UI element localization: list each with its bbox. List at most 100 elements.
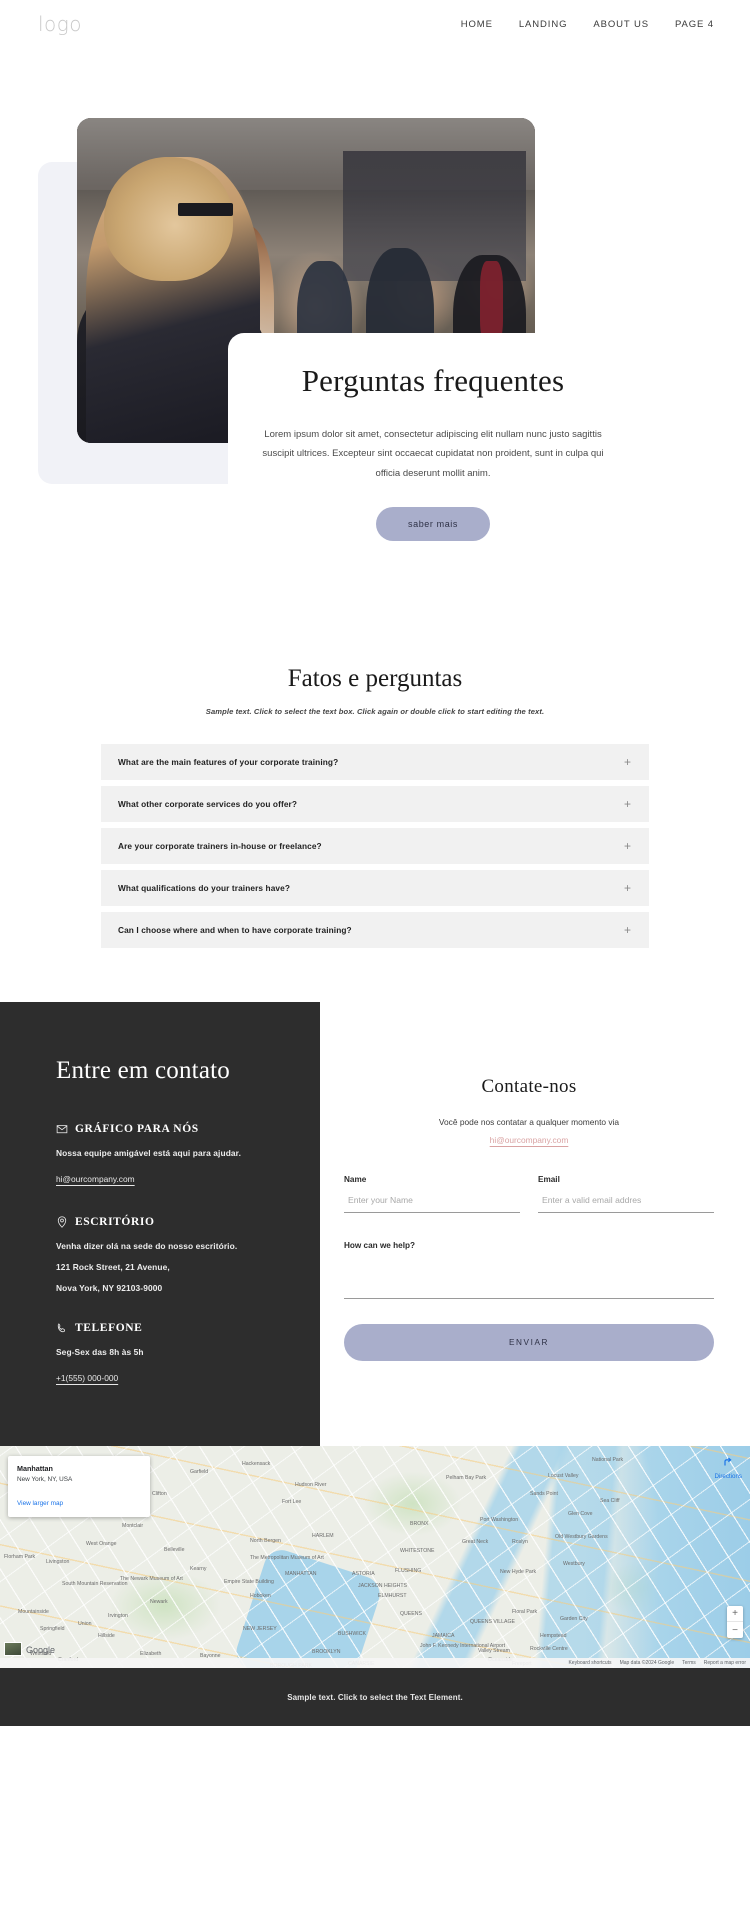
plus-icon[interactable]: + <box>624 798 631 810</box>
form-email-link[interactable]: hi@ourcompany.com <box>344 1135 714 1145</box>
nav-item-home[interactable]: HOME <box>461 19 493 30</box>
map-label: National Park <box>592 1457 624 1463</box>
contact-address-line-2: Nova York, NY 92103-9000 <box>56 1283 163 1293</box>
hero-button-wrapper: saber mais <box>256 507 610 542</box>
site-footer: Sample text. Click to select the Text El… <box>0 1668 750 1726</box>
map-data-credit: Map data ©2024 Google <box>619 1660 675 1666</box>
hero-image-main-subject-hair <box>104 157 233 281</box>
contact-block-title: GRÁFICO PARA NÓS <box>56 1123 320 1135</box>
map-label: South Mountain Reservation <box>62 1581 128 1587</box>
map-label: ELMHURST <box>378 1593 407 1599</box>
map-label: Roslyn <box>512 1539 528 1545</box>
map-label: Union <box>78 1621 92 1627</box>
map-label: HARLEM <box>312 1533 334 1539</box>
message-textarea[interactable] <box>344 1253 714 1299</box>
message-label: How can we help? <box>344 1241 415 1250</box>
map-label: Florham Park <box>4 1554 36 1560</box>
main-nav: HOME LANDING ABOUT US PAGE 4 <box>461 19 714 30</box>
map-label: FLUSHING <box>395 1568 422 1574</box>
contact-block-text: Seg-Sex das 8h às 5h <box>56 1347 144 1357</box>
view-larger-map-link[interactable]: View larger map <box>17 1500 63 1507</box>
plus-icon[interactable]: + <box>624 924 631 936</box>
faq-accordion-list: What are the main features of your corpo… <box>101 744 649 948</box>
map-label: Hackensack <box>242 1461 271 1467</box>
faq-item[interactable]: What qualifications do your trainers hav… <box>101 870 649 906</box>
faq-question: What other corporate services do you off… <box>118 799 298 809</box>
map-label: Kearny <box>190 1566 207 1572</box>
contact-block-label: ESCRITÓRIO <box>75 1216 155 1228</box>
hero-content-card: Perguntas frequentes Lorem ipsum dolor s… <box>228 333 638 542</box>
map-label: Irvington <box>108 1613 128 1619</box>
map-label: Garden City <box>560 1616 588 1622</box>
map-attribution-bar: Keyboard shortcuts Map data ©2024 Google… <box>0 1658 750 1668</box>
contact-heading: Entre em contato <box>56 1057 230 1084</box>
keyboard-shortcuts-link[interactable]: Keyboard shortcuts <box>568 1660 611 1666</box>
contact-phone-link[interactable]: +1(555) 000-000 <box>56 1373 118 1383</box>
submit-button[interactable]: ENVIAR <box>344 1324 714 1361</box>
map-label: Garfield <box>190 1469 209 1475</box>
directions-arrow-icon <box>714 1455 742 1470</box>
plus-icon[interactable]: + <box>624 840 631 852</box>
contact-section: Entre em contato GRÁFICO PARA NÓS Nossa … <box>0 1002 750 1446</box>
map-label: JACKSON HEIGHTS <box>358 1583 408 1589</box>
map-label: Sands Point <box>530 1491 558 1497</box>
map-label: West Orange <box>86 1541 117 1547</box>
map-label: Floral Park <box>512 1609 538 1615</box>
map-label: BRONX <box>410 1521 429 1527</box>
map-label: Clifton <box>152 1491 167 1497</box>
map-label: Port Washington <box>480 1517 519 1523</box>
email-input[interactable] <box>538 1195 714 1213</box>
nav-item-about-us[interactable]: ABOUT US <box>593 19 649 30</box>
contact-email-link[interactable]: hi@ourcompany.com <box>56 1174 135 1184</box>
map-directions-button[interactable]: Directions <box>714 1455 742 1480</box>
report-map-error-link[interactable]: Report a map error <box>704 1660 746 1666</box>
contact-block-label: GRÁFICO PARA NÓS <box>75 1123 199 1135</box>
map-label: ASTORIA <box>352 1571 375 1577</box>
map-place-address: New York, NY, USA <box>17 1476 73 1483</box>
phone-icon <box>56 1322 68 1334</box>
map-label: JAMAICA <box>432 1633 455 1639</box>
map-street-view-thumbnail[interactable] <box>4 1642 22 1656</box>
map-label: Hillside <box>98 1633 115 1639</box>
faq-item[interactable]: Are your corporate trainers in-house or … <box>101 828 649 864</box>
map-label: Old Westbury Gardens <box>555 1534 608 1540</box>
contact-block-text: Nossa equipe amigável está aqui para aju… <box>56 1148 242 1158</box>
contact-address-line-1: 121 Rock Street, 21 Avenue, <box>56 1262 170 1272</box>
faq-item[interactable]: Can I choose where and when to have corp… <box>101 912 649 948</box>
form-field-message: How can we help? <box>344 1235 714 1304</box>
envelope-icon <box>56 1123 68 1135</box>
map-label: Rockville Centre <box>530 1646 568 1652</box>
faq-question: Can I choose where and when to have corp… <box>118 925 352 935</box>
learn-more-button[interactable]: saber mais <box>375 507 490 542</box>
faq-question: What are the main features of your corpo… <box>118 757 339 767</box>
map-section[interactable]: New YorkFairfieldGarfieldHackensackHudso… <box>0 1446 750 1668</box>
form-subtitle: Você pode nos contatar a qualquer moment… <box>438 1117 620 1127</box>
logo[interactable]: logo <box>38 12 82 36</box>
faq-header: Fatos e perguntas Sample text. Click to … <box>0 665 750 716</box>
map-label: North Bergen <box>250 1538 281 1544</box>
google-logo: Google <box>26 1645 56 1655</box>
map-label: The Newark Museum of Art <box>120 1576 183 1582</box>
faq-item[interactable]: What are the main features of your corpo… <box>101 744 649 780</box>
plus-icon[interactable]: + <box>624 882 631 894</box>
map-label: Pelham Bay Park <box>446 1475 487 1481</box>
faq-item[interactable]: What other corporate services do you off… <box>101 786 649 822</box>
map-label: Newark <box>150 1599 168 1605</box>
map-label: Great Neck <box>462 1539 489 1545</box>
nav-item-page-4[interactable]: PAGE 4 <box>675 19 714 30</box>
nav-item-landing[interactable]: LANDING <box>519 19 568 30</box>
plus-icon[interactable]: + <box>624 756 631 768</box>
name-input[interactable] <box>344 1195 520 1213</box>
zoom-out-button[interactable]: − <box>727 1622 743 1638</box>
email-label: Email <box>538 1175 560 1184</box>
map-label: New Hyde Park <box>500 1569 537 1575</box>
zoom-in-button[interactable]: + <box>727 1606 743 1622</box>
contact-info-panel: Entre em contato GRÁFICO PARA NÓS Nossa … <box>0 1002 320 1446</box>
map-label: Belleville <box>164 1547 185 1553</box>
map-label: Westbury <box>563 1561 585 1567</box>
terms-link[interactable]: Terms <box>682 1660 696 1666</box>
contact-block-text: Venha dizer olá na sede do nosso escritó… <box>56 1241 238 1251</box>
map-label: Empire State Building <box>224 1579 274 1585</box>
site-header: logo HOME LANDING ABOUT US PAGE 4 <box>0 0 750 48</box>
map-label: BUSHWICK <box>338 1631 366 1637</box>
